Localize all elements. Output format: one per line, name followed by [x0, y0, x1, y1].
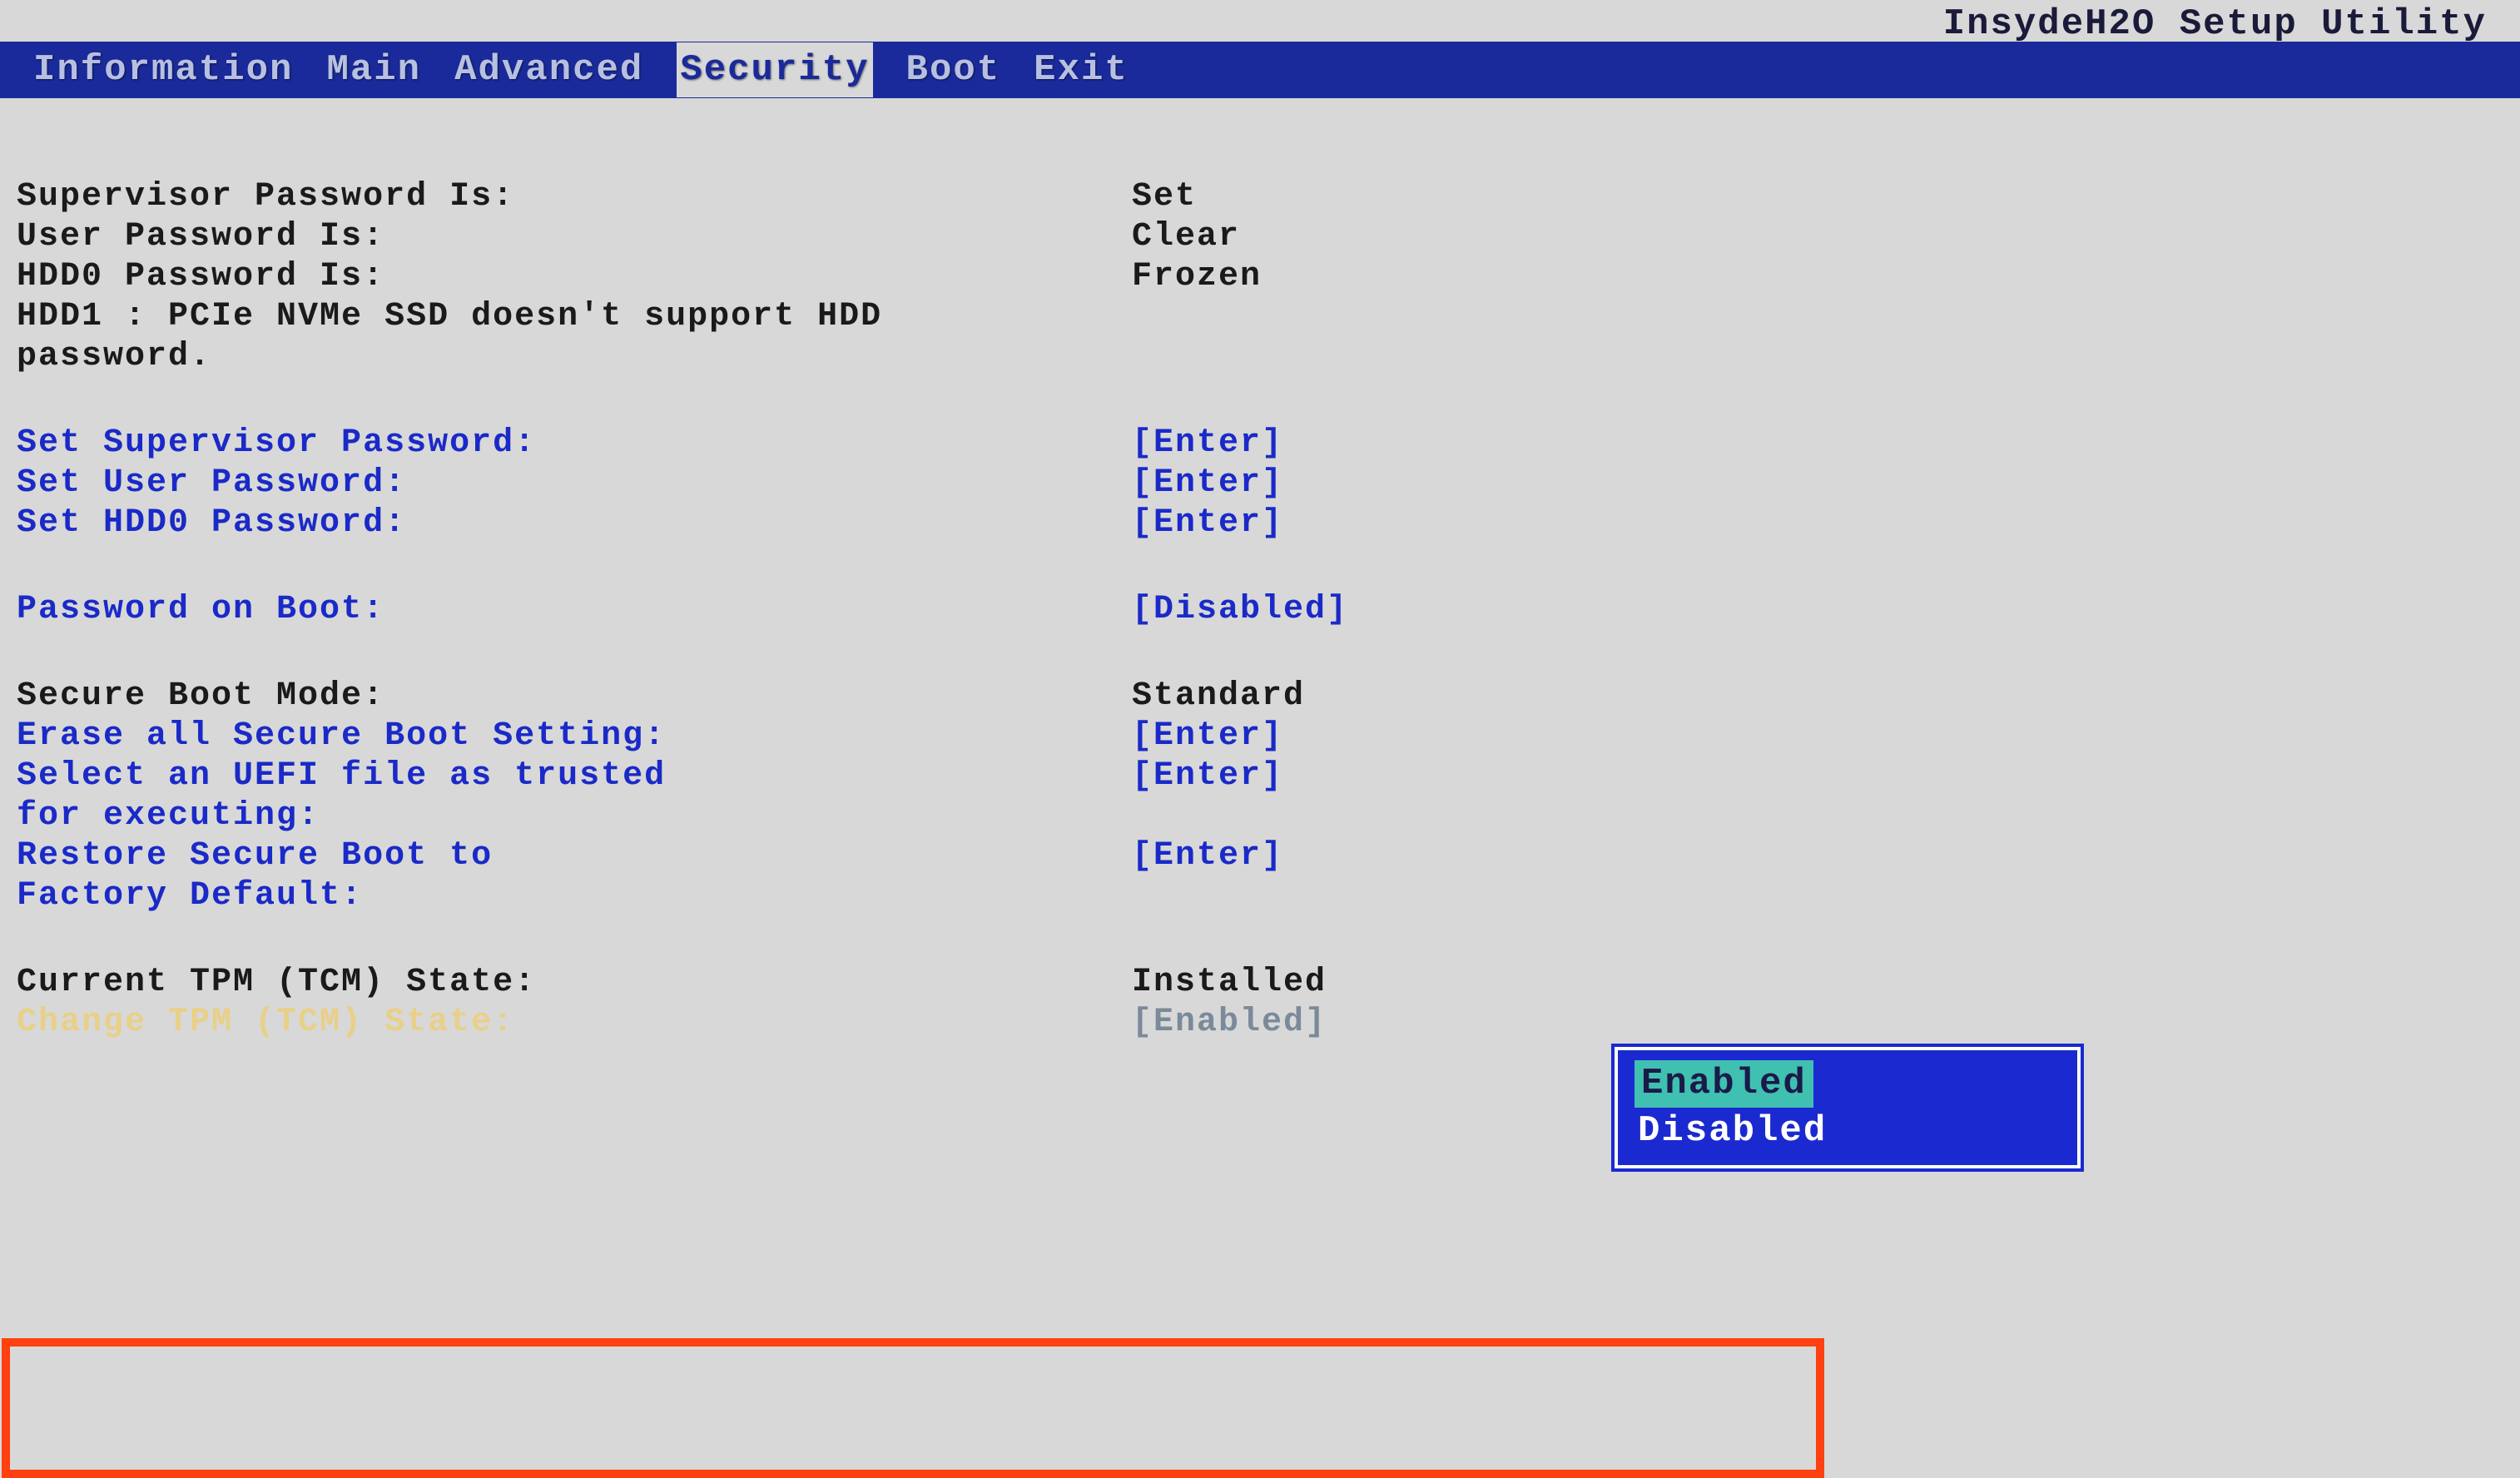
secure-boot-mode-label: Secure Boot Mode: [17, 677, 1132, 717]
popup-option-disabled[interactable]: Disabled [1635, 1108, 2061, 1155]
hdd0-password-value: Frozen [1132, 258, 2503, 298]
change-tpm-state[interactable]: Change TPM (TCM) State: [17, 1004, 1132, 1044]
set-user-password[interactable]: Set User Password: [17, 464, 1132, 504]
set-supervisor-password[interactable]: Set Supervisor Password: [17, 424, 1132, 464]
option-popup: Enabled Disabled [1615, 1047, 2081, 1168]
select-uefi-file-line2[interactable]: for executing: [17, 797, 1132, 837]
tab-security[interactable]: Security [677, 42, 872, 97]
erase-secure-boot[interactable]: Erase all Secure Boot Setting: [17, 717, 1132, 757]
tab-main[interactable]: Main [326, 49, 421, 91]
popup-option-enabled[interactable]: Enabled [1635, 1060, 1813, 1108]
password-on-boot[interactable]: Password on Boot: [17, 591, 1132, 631]
hdd1-note-line1: HDD1 : PCIe NVMe SSD doesn't support HDD [17, 298, 1132, 338]
erase-secure-boot-value[interactable]: [Enter] [1132, 717, 2503, 757]
change-tpm-state-value[interactable]: [Enabled] [1132, 1004, 2503, 1044]
user-password-value: Clear [1132, 218, 2503, 258]
tab-exit[interactable]: Exit [1034, 49, 1129, 91]
tab-advanced[interactable]: Advanced [454, 49, 643, 91]
user-password-label: User Password Is: [17, 218, 1132, 258]
restore-secure-boot-line2[interactable]: Factory Default: [17, 877, 1132, 917]
security-panel: Supervisor Password Is: Set User Passwor… [0, 98, 2520, 1044]
select-uefi-file-line1[interactable]: Select an UEFI file as trusted [17, 757, 1132, 797]
set-hdd0-password[interactable]: Set HDD0 Password: [17, 504, 1132, 544]
supervisor-password-value: Set [1132, 178, 2503, 218]
supervisor-password-label: Supervisor Password Is: [17, 178, 1132, 218]
set-user-password-value[interactable]: [Enter] [1132, 464, 2503, 504]
select-uefi-file-value[interactable]: [Enter] [1132, 757, 2503, 797]
tab-boot[interactable]: Boot [906, 49, 1001, 91]
current-tpm-state-label: Current TPM (TCM) State: [17, 964, 1132, 1004]
password-on-boot-value[interactable]: [Disabled] [1132, 591, 2503, 631]
restore-secure-boot-value[interactable]: [Enter] [1132, 837, 2503, 877]
hdd1-note-line2: password. [17, 338, 1132, 378]
set-hdd0-password-value[interactable]: [Enter] [1132, 504, 2503, 544]
set-supervisor-password-value[interactable]: [Enter] [1132, 424, 2503, 464]
hdd0-password-label: HDD0 Password Is: [17, 258, 1132, 298]
secure-boot-mode-value: Standard [1132, 677, 2503, 717]
highlight-annotation [2, 1338, 1824, 1478]
menu-bar: Information Main Advanced Security Boot … [0, 42, 2520, 98]
restore-secure-boot-line1[interactable]: Restore Secure Boot to [17, 837, 1132, 877]
title-bar: InsydeH2O Setup Utility [0, 0, 2520, 42]
current-tpm-state-value: Installed [1132, 964, 2503, 1004]
tab-information[interactable]: Information [33, 49, 293, 91]
utility-title: InsydeH2O Setup Utility [1943, 3, 2487, 45]
